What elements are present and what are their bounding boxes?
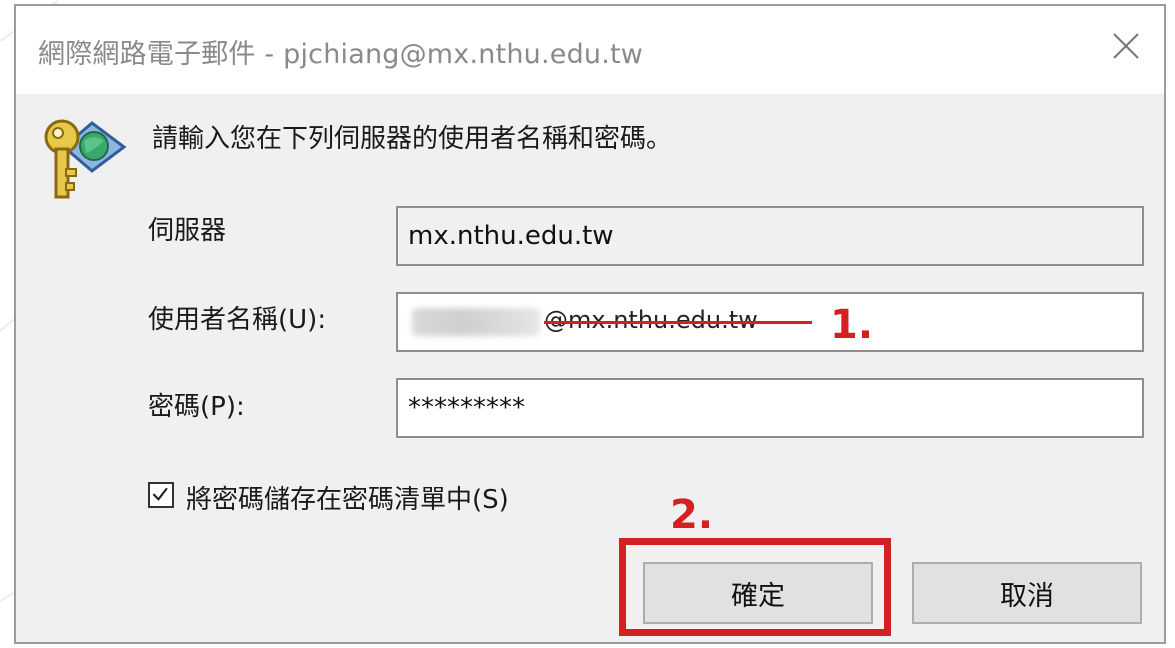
- password-value: *********: [408, 393, 525, 423]
- strikethrough-mark: [544, 321, 812, 324]
- remember-password-label: 將密碼儲存在密碼清單中(S): [186, 485, 509, 515]
- title-bar: 網際網路電子郵件 - pjchiang@mx.nthu.edu.tw: [16, 6, 1164, 94]
- step-1-marker: 1.: [830, 302, 874, 348]
- remember-password-checkbox[interactable]: [148, 482, 174, 508]
- server-value: mx.nthu.edu.tw: [408, 221, 614, 251]
- password-field[interactable]: *********: [396, 378, 1144, 438]
- username-field[interactable]: @mx.nthu.edu.tw: [396, 292, 1144, 352]
- login-dialog: 網際網路電子郵件 - pjchiang@mx.nthu.edu.tw 請輸入您在…: [14, 4, 1166, 644]
- dialog-prompt: 請輸入您在下列伺服器的使用者名稱和密碼。: [152, 124, 673, 154]
- checkmark-icon: [152, 487, 168, 501]
- username-label: 使用者名稱(U):: [148, 305, 327, 335]
- cancel-button[interactable]: 取消: [912, 562, 1142, 624]
- dialog-title: 網際網路電子郵件 - pjchiang@mx.nthu.edu.tw: [38, 39, 644, 70]
- username-domain: @mx.nthu.edu.tw: [544, 306, 758, 334]
- server-label: 伺服器: [148, 216, 227, 246]
- close-icon[interactable]: [1106, 26, 1146, 66]
- redacted-username: [412, 308, 540, 336]
- server-field: mx.nthu.edu.tw: [396, 206, 1144, 266]
- key-globe-icon: [44, 119, 127, 199]
- ok-highlight-box: [619, 538, 891, 636]
- step-2-marker: 2.: [670, 492, 714, 538]
- password-label: 密碼(P):: [148, 392, 245, 422]
